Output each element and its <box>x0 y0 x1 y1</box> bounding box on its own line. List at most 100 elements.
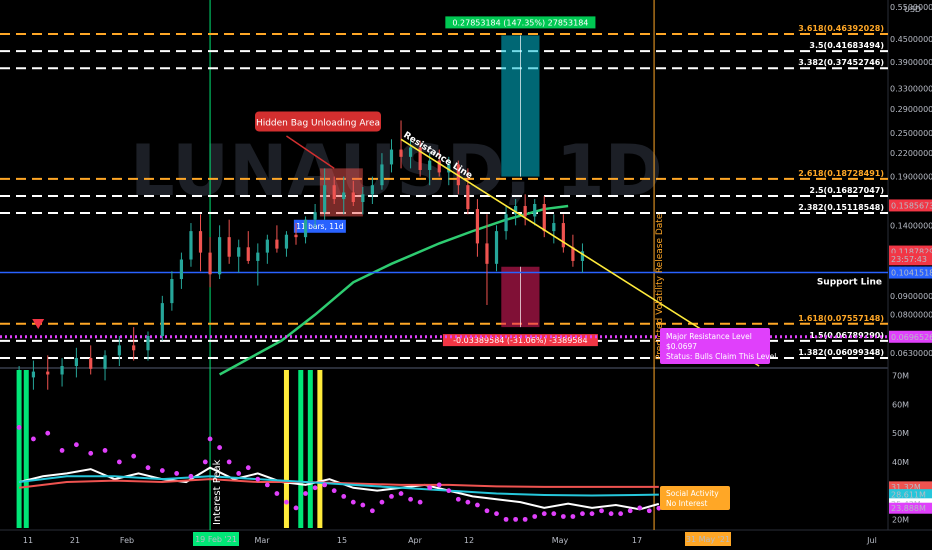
social-dot <box>627 508 633 514</box>
y-tick-label: 0.22000000 <box>890 149 932 158</box>
x-tick-label: 21 <box>70 536 80 545</box>
y-tick-label: 0.45000000 <box>890 35 932 44</box>
social-dot <box>360 502 366 508</box>
social-dot <box>570 514 576 519</box>
candle-body <box>256 252 260 261</box>
candle-body <box>74 357 78 366</box>
lower-y-tick-label: 50M <box>892 429 909 438</box>
candle-body <box>313 212 317 220</box>
social-dot <box>541 511 547 517</box>
social-dot <box>131 453 137 459</box>
candle-body <box>466 185 470 210</box>
candle-body <box>198 231 203 253</box>
social-dot <box>503 516 509 522</box>
chart-stage: LUNAUSD, 1D0.550000000.450000000.3900000… <box>0 0 932 550</box>
social-activity-callout-line: No Interest <box>666 499 708 508</box>
social-dot <box>618 511 624 517</box>
y-tick-label: 0.33000000 <box>890 84 932 93</box>
social-dot <box>560 514 566 519</box>
highlight-bar <box>16 370 22 528</box>
social-dot <box>379 499 385 505</box>
candle-body <box>533 204 537 217</box>
price-range-label: 0.27853184 (147.35%) 27853184 <box>452 18 588 27</box>
y-tick-label: 0.29000000 <box>890 105 932 114</box>
x-tick-label: Apr <box>408 536 423 545</box>
candle-body <box>103 355 107 369</box>
lower-y-tick-label: 40M <box>892 458 909 467</box>
social-dot <box>102 448 108 453</box>
fib-level-label: 3.5(0.41683494) <box>809 41 884 50</box>
support-line-label: Support Line <box>817 278 882 288</box>
social-dot <box>436 482 442 488</box>
x-highlight-label: 19 Feb '21 <box>195 535 237 544</box>
fib-level-label: 2.382(0.15118548) <box>798 203 884 212</box>
y-tick-label: 0.09000000 <box>890 292 932 301</box>
x-tick-label: 12 <box>464 536 474 545</box>
candle-body <box>361 194 365 203</box>
social-dot <box>455 496 461 502</box>
social-dot <box>446 488 452 494</box>
x-highlight-label: 31 May '21 <box>686 535 730 544</box>
social-dot <box>159 468 165 473</box>
social-dot <box>145 465 151 471</box>
social-dot <box>45 430 51 436</box>
lower-badge-label: 28.611M <box>891 491 926 500</box>
y-tick-label: 0.19000000 <box>890 173 932 182</box>
candle-body <box>275 239 279 249</box>
social-dot <box>255 476 261 482</box>
social-dot <box>245 465 251 471</box>
major-resistance-callout-line: Status: Bulls Claim This Level <box>666 352 776 361</box>
social-dot <box>88 450 94 456</box>
social-dot <box>31 436 36 442</box>
bars-count-label: 11 bars, 11d <box>296 222 344 231</box>
social-dot <box>522 516 528 522</box>
candle-body <box>60 366 64 375</box>
social-dot <box>202 459 208 465</box>
social-dot <box>475 502 480 508</box>
background <box>0 0 932 550</box>
interest-peak-label: Interest Peak <box>212 459 223 525</box>
y-tick-label: 0.25000000 <box>890 129 932 138</box>
candle-body <box>170 279 174 304</box>
social-dot <box>274 491 280 496</box>
lower-badge-label: 23.888M <box>891 504 926 513</box>
fib-level-label: 2.5(0.16827047) <box>809 186 884 195</box>
social-dot <box>207 436 213 442</box>
fib-level-label: 1.382(0.06099348) <box>798 348 884 357</box>
highlight-bar <box>23 370 29 528</box>
social-dot <box>350 499 356 505</box>
social-dot <box>59 448 65 453</box>
social-dot <box>73 442 79 448</box>
social-dot <box>293 505 299 511</box>
hidden-bag-box <box>319 168 363 217</box>
social-dot <box>236 471 242 476</box>
social-dot <box>484 508 490 514</box>
candle-body <box>89 357 93 369</box>
x-tick-label: 17 <box>632 536 642 545</box>
fib-level-label: 3.382(0.37452746) <box>798 58 884 67</box>
x-tick-label: May <box>552 536 569 545</box>
candle-body <box>208 252 212 275</box>
y-tick-label: 0.39000000 <box>890 58 932 67</box>
x-tick-label: 15 <box>337 536 347 545</box>
candle-body <box>494 231 499 264</box>
y-tick-label: 0.08000000 <box>890 311 932 320</box>
candle-body <box>504 214 508 232</box>
highlight-bar <box>317 370 323 528</box>
social-dot <box>417 499 423 505</box>
social-dot <box>532 514 538 519</box>
x-tick-label: 11 <box>23 536 33 545</box>
social-dot <box>608 511 614 517</box>
candle-body <box>523 206 527 217</box>
candle-body <box>475 209 480 244</box>
candle-body <box>485 243 489 264</box>
x-tick-label: Mar <box>254 536 270 545</box>
social-dot <box>389 494 394 499</box>
social-dot <box>188 473 194 479</box>
candle-body <box>399 149 403 157</box>
candle-body <box>323 185 327 213</box>
social-dot <box>331 488 337 494</box>
candle-body <box>146 335 150 351</box>
x-tick-label: Jul <box>866 536 877 545</box>
social-dot <box>465 499 471 505</box>
